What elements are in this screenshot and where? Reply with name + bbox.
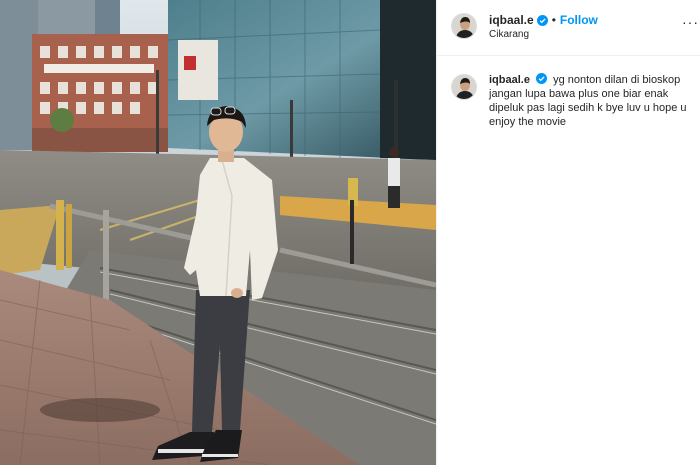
user-line: iqbaal.e • Follow bbox=[489, 13, 598, 27]
more-options-icon[interactable]: ··· bbox=[682, 15, 699, 29]
avatar-image bbox=[452, 75, 476, 99]
caption-avatar[interactable] bbox=[451, 74, 477, 100]
location-link[interactable]: Cikarang bbox=[489, 29, 529, 40]
post-photo[interactable] bbox=[0, 0, 436, 465]
avatar-image bbox=[452, 14, 476, 38]
street-photo-image bbox=[0, 0, 436, 465]
avatar[interactable] bbox=[451, 13, 477, 39]
caption-text-block: iqbaal.e yg nonton dilan di bioskop jang… bbox=[489, 73, 694, 129]
username-link[interactable]: iqbaal.e bbox=[489, 13, 534, 27]
post-header: iqbaal.e • Follow Cikarang ··· bbox=[437, 0, 700, 56]
verified-badge-icon bbox=[536, 14, 548, 26]
follow-button[interactable]: Follow bbox=[560, 13, 598, 27]
separator-dot: • bbox=[551, 13, 556, 27]
caption-username-link[interactable]: iqbaal.e bbox=[489, 74, 530, 86]
post-details-panel: iqbaal.e • Follow Cikarang ··· iqbaal.e bbox=[436, 0, 700, 465]
verified-badge-icon bbox=[536, 73, 548, 84]
